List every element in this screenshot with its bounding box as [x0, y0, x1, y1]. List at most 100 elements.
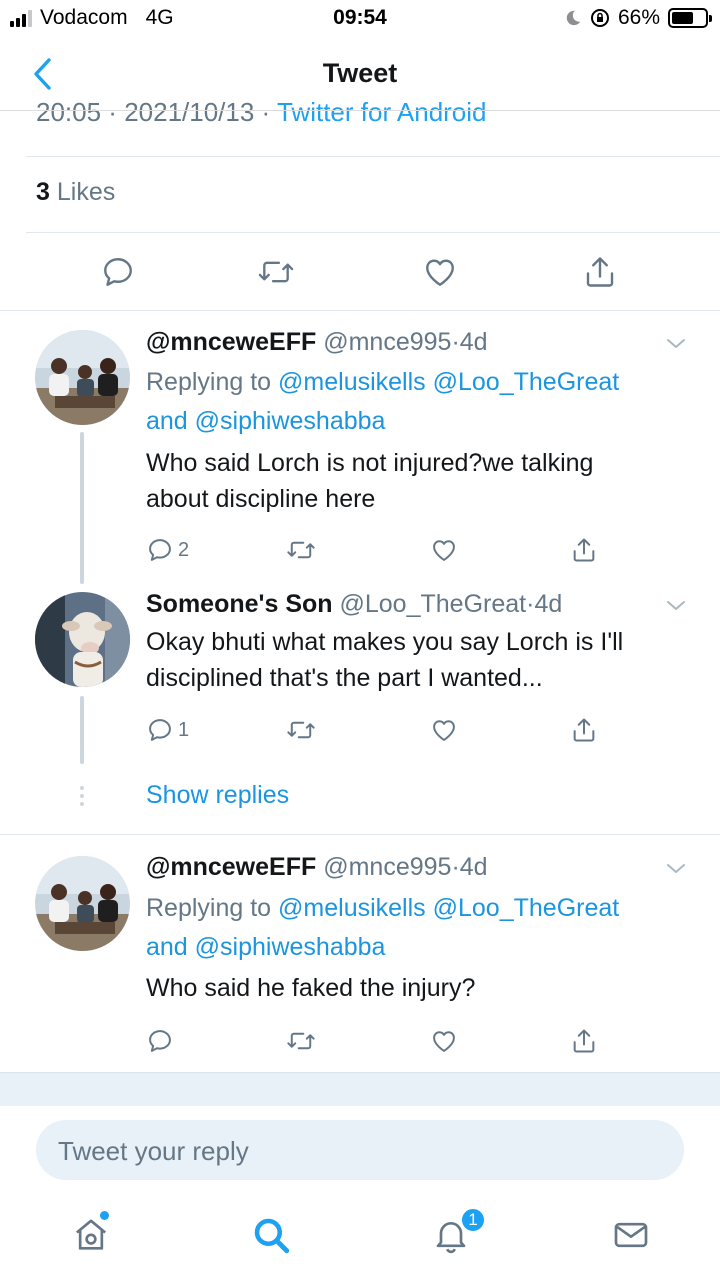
reply-button[interactable]: [96, 250, 140, 294]
home-new-dot: [100, 1211, 109, 1220]
share-icon: [573, 1029, 595, 1053]
reply-author-name[interactable]: @mnceweEFF: [146, 853, 316, 881]
share-button[interactable]: [570, 1026, 598, 1056]
tab-messages[interactable]: [606, 1210, 656, 1260]
reply-button[interactable]: [146, 1026, 174, 1056]
like-button[interactable]: [418, 250, 462, 294]
page-title: Tweet: [322, 58, 398, 88]
reply-action-bar: 1: [146, 715, 606, 745]
chevron-down-icon[interactable]: [664, 857, 688, 881]
tab-search[interactable]: [246, 1210, 296, 1260]
share-icon: [573, 718, 595, 742]
share-icon: [586, 257, 614, 287]
replying-prefix: Replying to: [146, 368, 272, 396]
retweet-button[interactable]: [254, 250, 298, 294]
replying-to: Replying to @melusikells @Loo_TheGreat a…: [146, 889, 706, 967]
reply-button[interactable]: 2: [146, 535, 189, 565]
reply-text: Okay bhuti what makes you say Lorch is I…: [146, 624, 706, 696]
heart-icon: [426, 259, 454, 286]
mention-link[interactable]: @melusikells: [278, 368, 426, 396]
chevron-down-icon[interactable]: [664, 332, 688, 356]
share-button[interactable]: [570, 715, 598, 745]
divider: [26, 156, 720, 157]
reply-icon: [149, 719, 171, 741]
avatar[interactable]: [35, 592, 130, 687]
composer-divider-band: [0, 1072, 720, 1106]
notifications-badge: 1: [460, 1207, 486, 1233]
mention-link[interactable]: @siphiweshabba: [195, 933, 386, 961]
nav-divider: [0, 110, 720, 111]
retweet-icon: [258, 261, 294, 283]
mention-link[interactable]: @Loo_TheGreat: [433, 894, 620, 922]
tab-bar: 1: [0, 1195, 720, 1280]
share-icon: [573, 538, 595, 562]
reply-text-line: Who said Lorch is not injured?we talking: [146, 449, 594, 477]
replying-and[interactable]: and: [146, 933, 188, 961]
reply-text: Who said Lorch is not injured?we talking…: [146, 445, 706, 517]
home-icon: [75, 1219, 107, 1250]
reply-author-handle: @mnce995: [323, 853, 452, 881]
status-right: 66%: [564, 6, 712, 30]
show-replies-link[interactable]: Show replies: [146, 781, 289, 810]
reply-text-line: disciplined that's the part I wanted...: [146, 664, 543, 692]
reply-icon: [149, 1030, 171, 1052]
avatar[interactable]: [35, 856, 130, 951]
reply-button[interactable]: 1: [146, 715, 189, 745]
retweet-icon: [287, 541, 315, 559]
thread-line: [80, 696, 84, 764]
status-bar: Vodacom 4G 09:54 66%: [0, 0, 720, 38]
likes-count: 3: [36, 178, 50, 206]
reply-text-line: Okay bhuti what makes you say Lorch is I…: [146, 628, 624, 656]
divider: [0, 834, 720, 835]
reply-header: Someone's Son @Loo_TheGreat·4d: [146, 590, 563, 618]
reply-icon: [149, 539, 171, 561]
thread-dots: [80, 786, 84, 810]
reply-action-bar: [146, 1026, 606, 1056]
heart-icon: [433, 720, 455, 741]
reply-header: @mnceweEFF @mnce995·4d: [146, 328, 488, 356]
reply-text-line: about discipline here: [146, 485, 376, 513]
chevron-down-icon[interactable]: [664, 594, 688, 618]
reply-age: 4d: [534, 590, 563, 618]
mention-link[interactable]: @Loo_TheGreat: [433, 368, 620, 396]
heart-icon: [433, 1031, 455, 1052]
likes-row[interactable]: 3 Likes: [36, 178, 115, 207]
reply-action-bar: 2: [146, 535, 606, 565]
reply-age: 4d: [459, 853, 488, 881]
battery-icon: [668, 8, 712, 28]
like-button[interactable]: [430, 715, 458, 745]
avatar[interactable]: [35, 330, 130, 425]
replying-prefix: Replying to: [146, 894, 272, 922]
share-button[interactable]: [570, 535, 598, 565]
reply-author-name[interactable]: @mnceweEFF: [146, 328, 316, 356]
reply-author-handle: @mnce995: [323, 328, 452, 356]
retweet-button[interactable]: [286, 715, 316, 745]
retweet-button[interactable]: [286, 535, 316, 565]
reply-text-line: Who said he faked the injury?: [146, 974, 476, 1002]
divider: [26, 232, 720, 233]
reply-input[interactable]: Tweet your reply: [36, 1120, 684, 1180]
replying-to: Replying to @melusikells @Loo_TheGreat a…: [146, 363, 706, 441]
reply-author-name[interactable]: Someone's Son: [146, 590, 333, 618]
like-button[interactable]: [430, 1026, 458, 1056]
reply-age: 4d: [459, 328, 488, 356]
search-icon: [254, 1218, 290, 1254]
divider: [0, 310, 720, 311]
heart-icon: [433, 540, 455, 561]
moon-icon: [566, 10, 581, 26]
battery-percent: 66%: [617, 6, 660, 29]
replying-and[interactable]: and: [146, 407, 188, 435]
retweet-button[interactable]: [286, 1026, 316, 1056]
reply-author-handle: @Loo_TheGreat: [339, 590, 527, 618]
retweet-icon: [287, 721, 315, 739]
like-button[interactable]: [430, 535, 458, 565]
mention-link[interactable]: @melusikells: [278, 894, 426, 922]
reply-icon: [104, 258, 132, 286]
orientation-lock-icon: [590, 9, 609, 27]
reply-count: 2: [178, 538, 190, 561]
reply-text: Who said he faked the injury?: [146, 970, 706, 1006]
reply-input-placeholder: Tweet your reply: [58, 1136, 249, 1166]
share-button[interactable]: [578, 250, 622, 294]
mention-link[interactable]: @siphiweshabba: [195, 407, 386, 435]
tweet-action-bar: [0, 250, 720, 294]
